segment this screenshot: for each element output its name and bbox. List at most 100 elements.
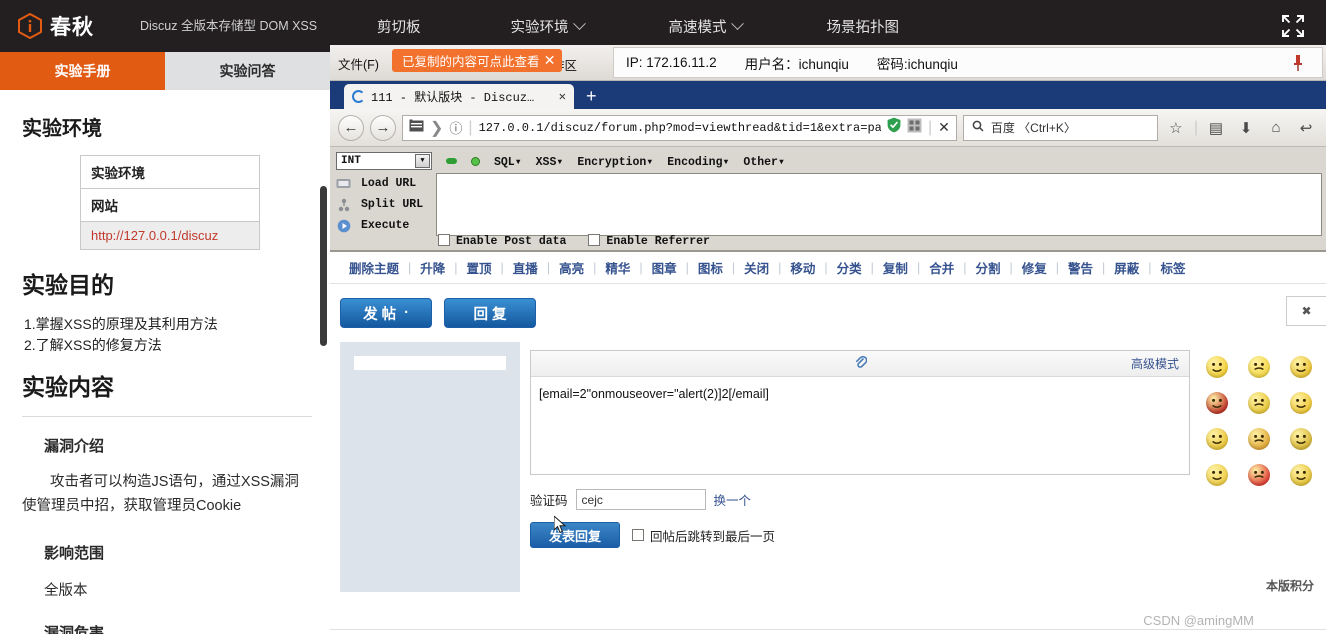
moderation-link[interactable]: 复制 <box>874 258 917 277</box>
moderation-link[interactable]: 图标 <box>689 258 732 277</box>
address-bar[interactable]: ❯ ⓘ | 127.0.0.1/discuz/forum.php?mod=vie… <box>402 114 957 141</box>
thread-action-row: 发 帖 · 回 复 ✖ <box>330 284 1326 342</box>
emoji-item[interactable] <box>1206 464 1248 500</box>
hackbar-menu-encoding[interactable]: Encoding▾ <box>667 154 729 169</box>
nav-item-lab-environment[interactable]: 实验环境 <box>511 16 586 37</box>
moderation-link[interactable]: 图章 <box>643 258 686 277</box>
moderation-link[interactable]: 分割 <box>966 258 1009 277</box>
emoji-item[interactable] <box>1248 428 1290 464</box>
hackbar-toggle-indicator[interactable] <box>471 156 480 166</box>
hackbar-type-select[interactable]: INT ▼ <box>336 152 432 170</box>
moderation-link[interactable]: 升降 <box>411 258 454 277</box>
env-row-url[interactable]: http://127.0.0.1/discuz <box>80 221 260 250</box>
moderation-link[interactable]: 分类 <box>828 258 871 277</box>
hackbar-execute-button[interactable]: Execute <box>336 215 432 236</box>
affected-scope-body: 全版本 <box>44 583 88 599</box>
reply-form-area: 高级模式 [email=2"onmouseover="alert(2)]2[/e… <box>330 342 1326 592</box>
emoji-item[interactable] <box>1206 392 1248 428</box>
clipboard-toast[interactable]: 已复制的内容可点此查看 ✕ <box>392 49 562 72</box>
chevron-down-icon[interactable]: ▼ <box>415 154 430 168</box>
moderation-link[interactable]: 合并 <box>920 258 963 277</box>
hackbar-menu-encryption[interactable]: Encryption▾ <box>577 154 653 169</box>
new-post-button[interactable]: 发 帖 · <box>340 298 432 328</box>
reply-button[interactable]: 回 复 <box>444 298 536 328</box>
heading-lab-content: 实验内容 <box>22 374 114 400</box>
moderation-link[interactable]: 修复 <box>1013 258 1056 277</box>
nav-item-speed-mode[interactable]: 高速模式 <box>669 16 744 37</box>
emoji-item[interactable] <box>1206 428 1248 464</box>
moderation-link[interactable]: 高亮 <box>550 258 593 277</box>
emoji-item[interactable] <box>1248 464 1290 500</box>
hackbar-menu-xss[interactable]: XSS▾ <box>536 154 564 169</box>
site-identity-icon[interactable] <box>409 119 424 137</box>
hackbar-menu-sql[interactable]: SQL▾ <box>494 154 522 169</box>
manual-scrollbar[interactable] <box>320 186 327 346</box>
home-icon[interactable]: ⌂ <box>1264 119 1288 136</box>
browser-tab-title: 111 - 默认版块 - Discuz… <box>371 91 535 105</box>
reply-textarea[interactable]: [email=2"onmouseover="alert(2)]2[/email] <box>531 377 1189 474</box>
close-icon[interactable]: ✕ <box>559 89 566 104</box>
moderation-link[interactable]: 置顶 <box>458 258 501 277</box>
history-icon[interactable]: ↩ <box>1294 119 1318 137</box>
emoji-item[interactable] <box>1206 356 1248 392</box>
close-icon[interactable]: ✕ <box>544 52 556 69</box>
emoji-item[interactable] <box>1248 356 1290 392</box>
moderation-link[interactable]: 标签 <box>1152 258 1195 277</box>
browser-tab-strip: 111 - 默认版块 - Discuz… ✕ + <box>330 81 1326 109</box>
smiley-icon <box>1206 464 1228 486</box>
moderation-link[interactable]: 关闭 <box>735 258 778 277</box>
watermark: CSDN @amingMM <box>1143 613 1254 628</box>
divider <box>22 416 312 417</box>
shield-icon[interactable] <box>887 117 901 138</box>
extension-icon[interactable] <box>907 118 922 138</box>
enable-post-data-checkbox[interactable]: Enable Post data <box>438 234 566 248</box>
menu-label: Other <box>743 155 778 169</box>
new-tab-button[interactable]: + <box>586 86 597 107</box>
moderation-link[interactable]: 屏蔽 <box>1105 258 1148 277</box>
back-button[interactable]: ← <box>338 114 364 141</box>
moderation-link[interactable]: 移动 <box>781 258 824 277</box>
vm-username: 用户名：ichunqiu <box>744 56 849 72</box>
jump-last-page-checkbox[interactable]: 回帖后跳转到最后一页 <box>632 526 775 545</box>
submit-reply-button[interactable]: 发表回复 <box>530 514 621 548</box>
bookmark-star-icon[interactable]: ☆ <box>1164 119 1188 137</box>
emoji-item[interactable] <box>1290 464 1326 500</box>
advanced-mode-link[interactable]: 高级模式 <box>1131 355 1179 372</box>
moderation-link[interactable]: 精华 <box>596 258 639 277</box>
pin-icon[interactable] <box>1292 54 1304 72</box>
nav-item-topology[interactable]: 场景拓扑图 <box>827 16 900 37</box>
moderation-link[interactable]: 直播 <box>504 258 547 277</box>
pagination-box[interactable]: ✖ <box>1286 296 1326 326</box>
divider: | <box>1193 118 1198 136</box>
enable-referrer-checkbox[interactable]: Enable Referrer <box>588 234 710 248</box>
library-icon[interactable]: ▤ <box>1204 119 1228 137</box>
paperclip-icon[interactable] <box>854 354 867 373</box>
download-icon[interactable]: ⬇ <box>1234 119 1258 137</box>
stop-loading-icon[interactable]: ✕ <box>938 119 950 136</box>
expand-fullscreen-icon[interactable] <box>1280 13 1306 39</box>
brand-logo[interactable]: 春秋 <box>0 11 130 41</box>
forward-button[interactable]: → <box>370 114 396 141</box>
hackbar-split-url-button[interactable]: Split URL <box>336 194 432 215</box>
captcha-input[interactable]: cejc <box>575 489 706 510</box>
nav-item-clipboard[interactable]: 剪切板 <box>377 16 421 37</box>
moderation-link[interactable]: 警告 <box>1059 258 1102 277</box>
hackbar-menu-other[interactable]: Other▾ <box>743 154 784 169</box>
emoji-item[interactable] <box>1290 392 1326 428</box>
moderation-link[interactable]: 删除主题 <box>340 258 408 277</box>
browser-tab[interactable]: 111 - 默认版块 - Discuz… ✕ <box>344 84 574 109</box>
captcha-refresh-link[interactable]: 换一个 <box>714 490 752 509</box>
file-menu[interactable]: 文件(F) <box>338 54 379 73</box>
hackbar-url-input[interactable] <box>436 173 1322 236</box>
emoji-item[interactable] <box>1248 392 1290 428</box>
tab-lab-manual[interactable]: 实验手册 <box>0 52 165 90</box>
search-bar[interactable]: 百度 〈Ctrl+K〉 <box>962 114 1158 141</box>
discuz-page: 删除主题 | 升降 | 置顶 | 直播 | 高亮 | 精华 | 图章 | 图标 | 关闭 | 移动 | 分类 | 复制 | 合并… <box>330 252 1326 634</box>
hackbar-load-url-button[interactable]: Load URL <box>336 173 432 194</box>
smiley-icon <box>1290 464 1312 486</box>
page-info-icon[interactable]: ⓘ <box>449 118 462 137</box>
tab-lab-qa[interactable]: 实验问答 <box>165 52 330 90</box>
board-credits-label: 本版积分 <box>1265 579 1314 593</box>
emoji-item[interactable] <box>1290 428 1326 464</box>
emoji-item[interactable] <box>1290 356 1326 392</box>
